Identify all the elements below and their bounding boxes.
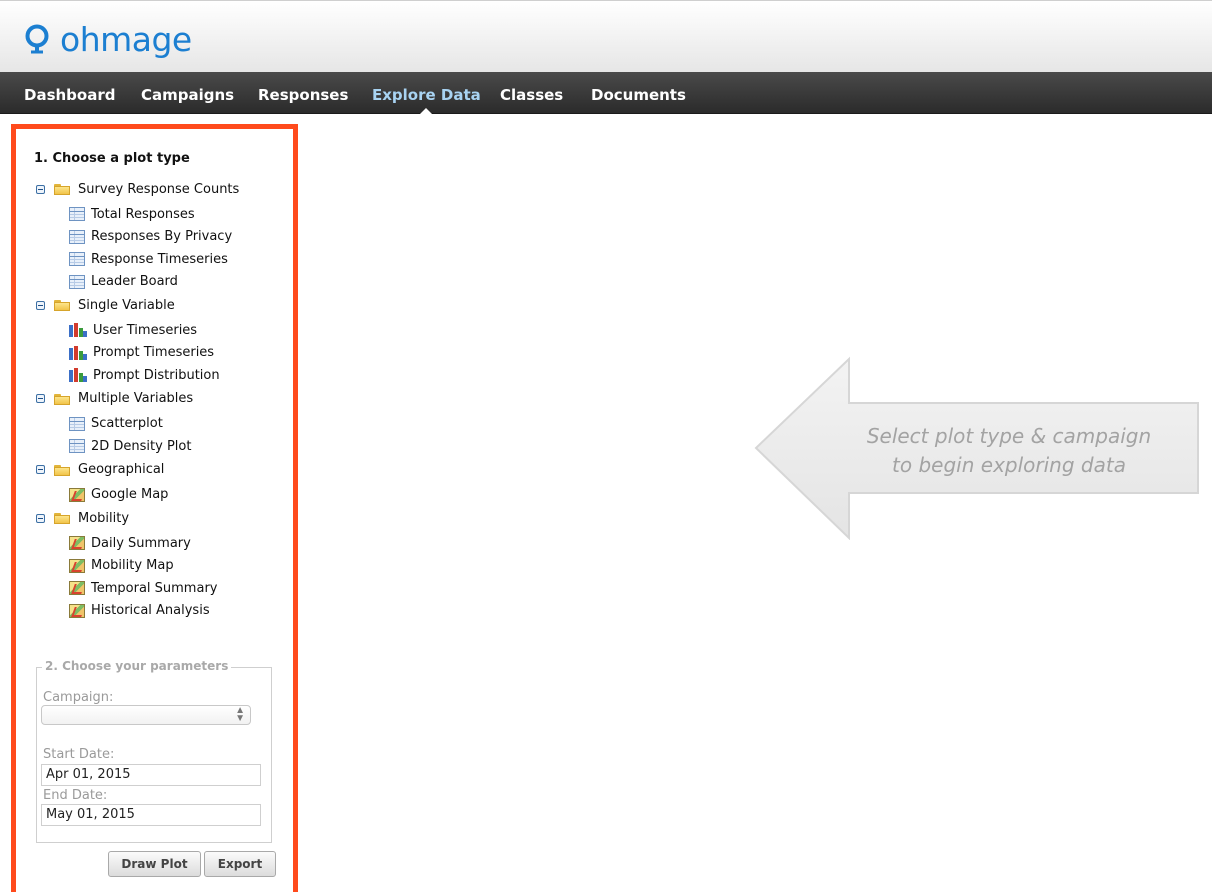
tree-item-temporal-summary[interactable]: Temporal Summary — [69, 578, 217, 598]
map-icon — [69, 487, 85, 502]
tree-item-scatterplot[interactable]: Scatterplot — [69, 414, 163, 434]
collapse-toggle-icon[interactable] — [36, 513, 45, 523]
table-icon — [69, 274, 85, 289]
hint-line-1: Select plot type & campaign — [866, 424, 1152, 448]
folder-icon — [54, 393, 70, 405]
tree-group-label: Geographical — [78, 462, 165, 477]
parameters-legend: 2. Choose your parameters — [42, 659, 232, 673]
hint-arrow: Select plot type & campaign to begin exp… — [752, 356, 1204, 540]
hint-text: Select plot type & campaign to begin exp… — [844, 422, 1174, 480]
table-icon — [69, 229, 85, 244]
logo-mark-icon — [24, 24, 52, 54]
collapse-toggle-icon[interactable] — [36, 465, 45, 474]
tree-group-single-variable[interactable]: Single Variable — [36, 295, 175, 315]
tree-group-mobility[interactable]: Mobility — [36, 508, 129, 528]
collapse-toggle-icon[interactable] — [36, 300, 45, 310]
nav-explore-data-label: Explore Data — [372, 86, 481, 104]
table-icon — [69, 439, 85, 453]
tree-item-label: Response Timeseries — [91, 251, 228, 267]
tree-item-responses-by-privacy[interactable]: Responses By Privacy — [69, 227, 232, 247]
campaign-label: Campaign: — [43, 690, 114, 705]
table-icon — [69, 416, 85, 431]
bar-chart-icon — [69, 368, 87, 382]
hint-line-2: to begin exploring data — [892, 453, 1126, 477]
tree-item-mobility-map[interactable]: Mobility Map — [69, 556, 174, 576]
folder-icon — [54, 512, 70, 524]
tree-item-label: Historical Analysis — [91, 603, 210, 618]
tree-item-label: Responses By Privacy — [91, 229, 233, 244]
tree-item-label: Total Responses — [91, 206, 195, 222]
tree-group-multiple-variables[interactable]: Multiple Variables — [36, 389, 193, 409]
map-icon — [69, 536, 85, 550]
select-updown-icon: ▲ ▼ — [235, 705, 245, 724]
collapse-toggle-icon[interactable] — [36, 184, 45, 194]
nav-dashboard[interactable]: Dashboard — [24, 72, 115, 114]
tree-item-google-map[interactable]: Google Map — [69, 485, 168, 505]
logo-text: ohmage — [60, 19, 192, 59]
map-icon — [69, 558, 85, 573]
map-icon — [69, 581, 85, 595]
tree-item-leader-board[interactable]: Leader Board — [69, 272, 178, 292]
logo[interactable]: ohmage — [24, 19, 192, 59]
tree-item-user-timeseries[interactable]: User Timeseries — [69, 320, 197, 340]
campaign-select[interactable]: ▲ ▼ — [41, 705, 251, 725]
collapse-toggle-icon[interactable] — [36, 394, 45, 403]
bar-chart-icon — [69, 345, 87, 360]
tree-item-prompt-distribution[interactable]: Prompt Distribution — [69, 365, 220, 385]
tree-item-daily-summary[interactable]: Daily Summary — [69, 533, 191, 553]
tree-group-label: Survey Response Counts — [78, 181, 240, 197]
tree-group-label: Mobility — [78, 510, 130, 526]
tree-item-response-timeseries[interactable]: Response Timeseries — [69, 249, 228, 269]
end-date-label: End Date: — [43, 788, 108, 803]
tree-item-label: Prompt Timeseries — [93, 345, 215, 360]
nav-explore-data[interactable]: Explore Data — [372, 72, 481, 115]
nav-documents[interactable]: Documents — [591, 72, 686, 114]
tree-item-label: Prompt Distribution — [93, 367, 220, 383]
start-date-input[interactable]: Apr 01, 2015 — [41, 764, 261, 786]
tree-item-historical-analysis[interactable]: Historical Analysis — [69, 601, 210, 621]
tree-item-2d-density-plot[interactable]: 2D Density Plot — [69, 436, 191, 456]
nav-classes[interactable]: Classes — [500, 72, 563, 114]
start-date-label: Start Date: — [43, 747, 115, 762]
tree-item-label: User Timeseries — [93, 322, 198, 338]
main-nav: Dashboard Campaigns Responses Explore Da… — [0, 72, 1212, 115]
bar-chart-icon — [69, 323, 87, 337]
tree-item-label: 2D Density Plot — [91, 438, 192, 454]
nav-responses[interactable]: Responses — [258, 72, 348, 114]
folder-icon — [54, 464, 70, 476]
active-tab-caret-icon — [419, 108, 434, 115]
export-button[interactable]: Export — [204, 851, 276, 877]
table-icon — [69, 207, 85, 221]
tree-group-survey-response-counts[interactable]: Survey Response Counts — [36, 179, 239, 199]
nav-campaigns[interactable]: Campaigns — [141, 72, 234, 114]
tree-group-geographical[interactable]: Geographical — [36, 460, 164, 480]
parameters-fieldset: 2. Choose your parameters Campaign: ▲ ▼ S… — [36, 659, 272, 843]
tree-item-label: Mobility Map — [91, 558, 174, 573]
tree-item-label: Leader Board — [91, 274, 178, 289]
folder-icon — [54, 183, 70, 195]
folder-icon — [54, 299, 70, 311]
end-date-input[interactable]: May 01, 2015 — [41, 804, 261, 826]
tree-group-label: Single Variable — [78, 297, 175, 313]
section-title-plot-type: 1. Choose a plot type — [34, 151, 190, 166]
tree-item-label: Temporal Summary — [91, 580, 218, 596]
tree-item-label: Scatterplot — [91, 416, 163, 431]
tree-item-label: Daily Summary — [91, 535, 191, 551]
tree-item-label: Google Map — [91, 487, 169, 502]
table-icon — [69, 252, 85, 266]
draw-plot-button[interactable]: Draw Plot — [108, 851, 201, 877]
tree-group-label: Multiple Variables — [78, 391, 194, 406]
tree-item-total-responses[interactable]: Total Responses — [69, 204, 195, 224]
plot-sidebar: 1. Choose a plot type Survey Response Co… — [11, 124, 298, 892]
tree-item-prompt-timeseries[interactable]: Prompt Timeseries — [69, 343, 214, 363]
app-header: ohmage — [0, 0, 1212, 72]
map-icon — [69, 603, 85, 618]
